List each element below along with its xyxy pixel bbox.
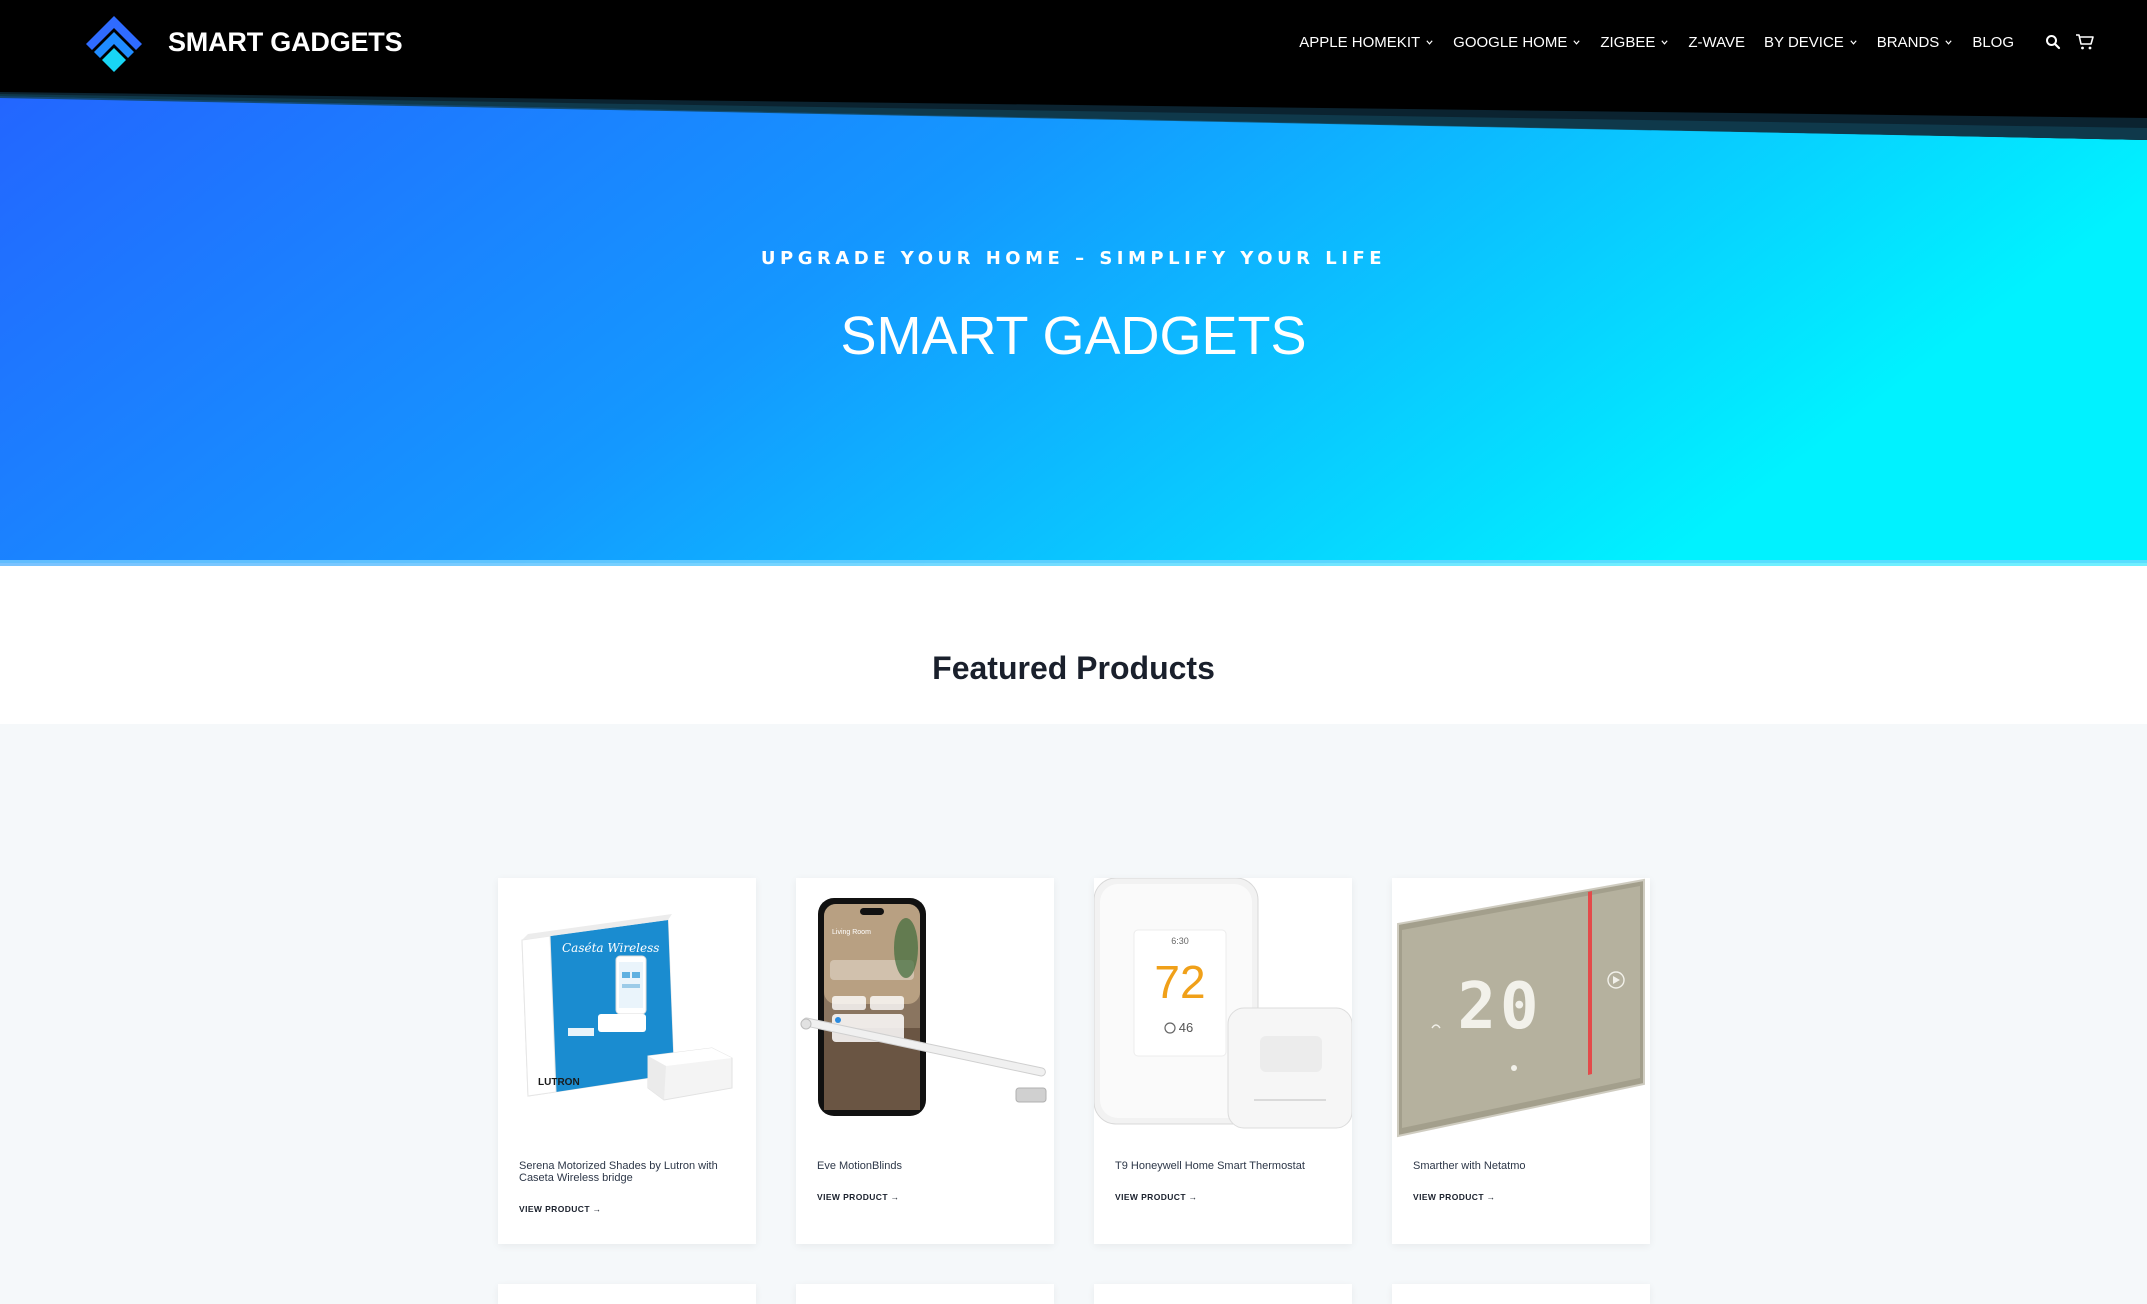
- search-icon[interactable]: [2043, 32, 2063, 52]
- nav-by-device[interactable]: BY DEVICE: [1764, 34, 1858, 51]
- thermostat-temp: 72: [1154, 956, 1205, 1008]
- product-grid: Caséta Wireless LUTRON Serena Motorized …: [498, 878, 1650, 1304]
- nav-label: BLOG: [1972, 33, 2014, 51]
- main-nav: APPLE HOMEKIT GOOGLE HOME ZIGBEE Z-WAVE …: [1299, 32, 2095, 52]
- site-header: SMART GADGETS APPLE HOMEKIT GOOGLE HOME …: [0, 0, 2147, 140]
- product-card-next-row[interactable]: [796, 1284, 1054, 1304]
- nav-icons: [2043, 32, 2095, 52]
- nav-label: Z-WAVE: [1688, 33, 1746, 51]
- product-card[interactable]: 6:30 72 46 T9 Honeywell Home Smart Therm…: [1094, 878, 1352, 1244]
- view-product-link[interactable]: VIEW PRODUCT →: [1115, 1192, 1198, 1202]
- netatmo-display: 20: [1457, 970, 1542, 1044]
- featured-header-band: [0, 570, 2147, 724]
- nav-blog[interactable]: BLOG: [1972, 34, 2014, 51]
- hero-title: SMART GADGETS: [840, 306, 1307, 366]
- product-name[interactable]: Serena Motorized Shades by Lutron with C…: [519, 1160, 739, 1184]
- nav-google-home[interactable]: GOOGLE HOME: [1453, 34, 1581, 51]
- nav-label: GOOGLE HOME: [1453, 33, 1568, 51]
- product-card-next-row[interactable]: [1094, 1284, 1352, 1304]
- product-card[interactable]: Caséta Wireless LUTRON Serena Motorized …: [498, 878, 756, 1244]
- thermostat-indoor: 46: [1179, 1020, 1193, 1035]
- site-brand[interactable]: SMART GADGETS: [168, 27, 403, 58]
- product-image-eve-motionblinds[interactable]: Living Room: [796, 878, 1054, 1140]
- nav-apple-homekit[interactable]: APPLE HOMEKIT: [1299, 34, 1434, 51]
- featured-title: Featured Products: [932, 650, 1215, 686]
- view-product-link[interactable]: VIEW PRODUCT →: [519, 1204, 602, 1214]
- nav-label: BRANDS: [1876, 33, 1940, 51]
- product-card-next-row[interactable]: [498, 1284, 756, 1304]
- product-image-smarther-netatmo[interactable]: 20: [1392, 878, 1650, 1140]
- view-product-link[interactable]: VIEW PRODUCT →: [1413, 1192, 1496, 1202]
- product-name[interactable]: Eve MotionBlinds: [817, 1160, 1037, 1172]
- cart-icon[interactable]: [2075, 32, 2095, 52]
- product-image-honeywell-t9[interactable]: 6:30 72 46: [1094, 878, 1352, 1140]
- product-name[interactable]: Smarther with Netatmo: [1413, 1160, 1633, 1172]
- nav-z-wave[interactable]: Z-WAVE: [1688, 34, 1745, 51]
- nav-label: BY DEVICE: [1764, 33, 1844, 51]
- product-card[interactable]: 20 Smarther with Netatmo VIEW PRODUCT →: [1392, 878, 1650, 1244]
- chevron-down-icon: [1426, 39, 1433, 45]
- chevron-down-icon: [1573, 39, 1580, 45]
- product-name[interactable]: T9 Honeywell Home Smart Thermostat: [1115, 1160, 1335, 1172]
- chevron-down-icon: [1945, 39, 1952, 45]
- chevron-down-icon: [1850, 39, 1857, 45]
- nav-label: ZIGBEE: [1600, 33, 1656, 51]
- lutron-box-label: Caséta Wireless: [562, 941, 659, 955]
- thermostat-time: 6:30: [1171, 936, 1189, 946]
- nav-brands[interactable]: BRANDS: [1877, 34, 1954, 51]
- product-card[interactable]: Living Room Eve MotionBlinds VIEW PRODUC…: [796, 878, 1054, 1244]
- header-slant: [0, 0, 2147, 140]
- nav-zigbee[interactable]: ZIGBEE: [1600, 34, 1669, 51]
- product-image-lutron[interactable]: Caséta Wireless LUTRON: [498, 878, 756, 1140]
- view-product-link[interactable]: VIEW PRODUCT →: [817, 1192, 900, 1202]
- lutron-brand-mark: LUTRON: [538, 1077, 580, 1088]
- hero-subtitle: UPGRADE YOUR HOME – SIMPLIFY YOUR LIFE: [760, 248, 1387, 269]
- phone-screen-title: Living Room: [832, 929, 871, 936]
- site-logo[interactable]: [84, 14, 144, 74]
- chevron-down-icon: [1661, 39, 1669, 45]
- product-card-next-row[interactable]: [1392, 1284, 1650, 1304]
- nav-label: APPLE HOMEKIT: [1299, 33, 1421, 51]
